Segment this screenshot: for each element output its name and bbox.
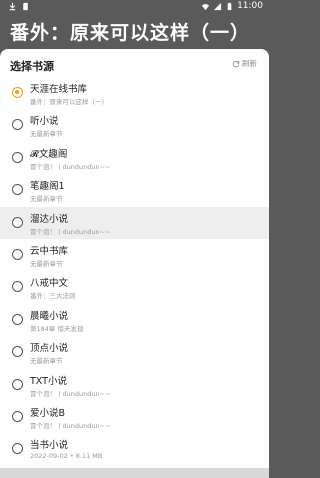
radio-button[interactable] bbox=[12, 151, 23, 163]
book-title: 番外：原来可以这样（一） bbox=[10, 22, 251, 44]
screen: 11:00 番外：原来可以这样（一） 选择书源 刷新 天涯在线书库 番外：原来可… bbox=[0, 0, 269, 478]
source-item[interactable]: 爱小说B 冒个泡！丨dundundun~~ bbox=[0, 401, 269, 433]
battery-icon bbox=[227, 2, 232, 10]
source-name: 晨曦小说 bbox=[30, 310, 69, 322]
source-name: TXT小说 bbox=[30, 375, 67, 387]
radio-button[interactable] bbox=[12, 313, 23, 325]
source-name: 溜达小说 bbox=[30, 213, 69, 225]
status-bar: 11:00 bbox=[0, 0, 269, 14]
refresh-button[interactable]: 刷新 bbox=[232, 58, 257, 69]
signal-icon bbox=[213, 2, 222, 10]
source-name: 笔趣阁1 bbox=[30, 181, 65, 193]
radio-button[interactable] bbox=[12, 346, 23, 358]
sheet-title: 选择书源 bbox=[10, 60, 54, 73]
sd-card-icon bbox=[23, 2, 28, 11]
wifi-icon bbox=[201, 3, 210, 10]
source-latest-chapter: 冒个泡！丨dundundun~~ bbox=[30, 162, 111, 171]
status-notifications bbox=[8, 2, 30, 11]
source-list: 天涯在线书库 番外：原来可以这样（一） 听小说 无最新章节 𝓡文趣阁 冒个泡！丨… bbox=[0, 77, 269, 466]
radio-button[interactable] bbox=[12, 87, 23, 98]
source-name: 𝓡文趣阁 bbox=[30, 148, 68, 160]
source-latest-chapter: 番外：原来可以这样（一） bbox=[30, 98, 108, 106]
source-latest-chapter: 无最新章节 bbox=[30, 130, 63, 139]
radio-button[interactable] bbox=[12, 248, 23, 260]
sheet-header: 选择书源 刷新 bbox=[0, 49, 269, 77]
status-system: 11:00 bbox=[201, 1, 263, 11]
status-time: 11:00 bbox=[237, 1, 263, 11]
source-name: 八戒中文 bbox=[30, 278, 69, 290]
source-name: 天涯在线书库 bbox=[30, 84, 88, 95]
source-item[interactable]: 八戒中文 番外：三大法则 bbox=[0, 271, 269, 303]
source-name: 当书小说 bbox=[30, 440, 69, 452]
source-item[interactable]: TXT小说 冒个泡！丨dundundun~~ bbox=[0, 369, 269, 401]
source-name: 云中书库 bbox=[30, 245, 69, 257]
refresh-icon bbox=[232, 60, 240, 67]
source-picker-sheet: 选择书源 刷新 天涯在线书库 番外：原来可以这样（一） 听小说 无最新章节 𝓡文… bbox=[0, 49, 269, 478]
source-name: 听小说 bbox=[30, 116, 59, 128]
source-name: 爱小说B bbox=[30, 407, 66, 419]
source-latest-chapter: 2022-09-02 • 8.11 MB bbox=[30, 452, 103, 461]
source-item[interactable]: 溜达小说 冒个泡！丨dundundun~~ bbox=[0, 206, 269, 239]
source-latest-chapter: 冒个泡！丨dundundun~~ bbox=[30, 227, 111, 236]
bottom-edge bbox=[0, 468, 269, 478]
source-item[interactable]: 天涯在线书库 番外：原来可以这样（一） bbox=[0, 77, 269, 109]
source-item[interactable]: 𝓡文趣阁 冒个泡！丨dundundun~~ bbox=[0, 142, 269, 174]
source-latest-chapter: 第184章 惊天发现 bbox=[30, 324, 84, 333]
source-latest-chapter: 番外：三大法则 bbox=[30, 292, 76, 301]
source-item[interactable]: 当书小说 2022-09-02 • 8.11 MB bbox=[0, 433, 269, 465]
download-icon bbox=[9, 2, 16, 11]
radio-button[interactable] bbox=[12, 119, 23, 131]
source-item[interactable]: 笔趣阁1 无最新章节 bbox=[0, 174, 269, 206]
source-latest-chapter: 无最新章节 bbox=[30, 259, 63, 268]
radio-button[interactable] bbox=[12, 216, 23, 228]
source-latest-chapter: 冒个泡！丨dundundun~~ bbox=[30, 389, 111, 398]
refresh-label: 刷新 bbox=[242, 59, 257, 68]
source-latest-chapter: 冒个泡！丨dundundun~~ bbox=[30, 421, 111, 430]
radio-button[interactable] bbox=[12, 378, 23, 390]
radio-button[interactable] bbox=[12, 281, 23, 293]
radio-button[interactable] bbox=[12, 443, 23, 455]
source-latest-chapter: 无最新章节 bbox=[30, 357, 63, 366]
radio-button[interactable] bbox=[12, 410, 23, 422]
source-latest-chapter: 无最新章节 bbox=[30, 195, 63, 204]
source-name: 顶点小说 bbox=[30, 343, 69, 355]
source-item[interactable]: 晨曦小说 第184章 惊天发现 bbox=[0, 304, 269, 336]
source-item[interactable]: 顶点小说 无最新章节 bbox=[0, 336, 269, 368]
source-item[interactable]: 云中书库 无最新章节 bbox=[0, 239, 269, 271]
source-item[interactable]: 听小说 无最新章节 bbox=[0, 109, 269, 141]
radio-button[interactable] bbox=[12, 184, 23, 196]
